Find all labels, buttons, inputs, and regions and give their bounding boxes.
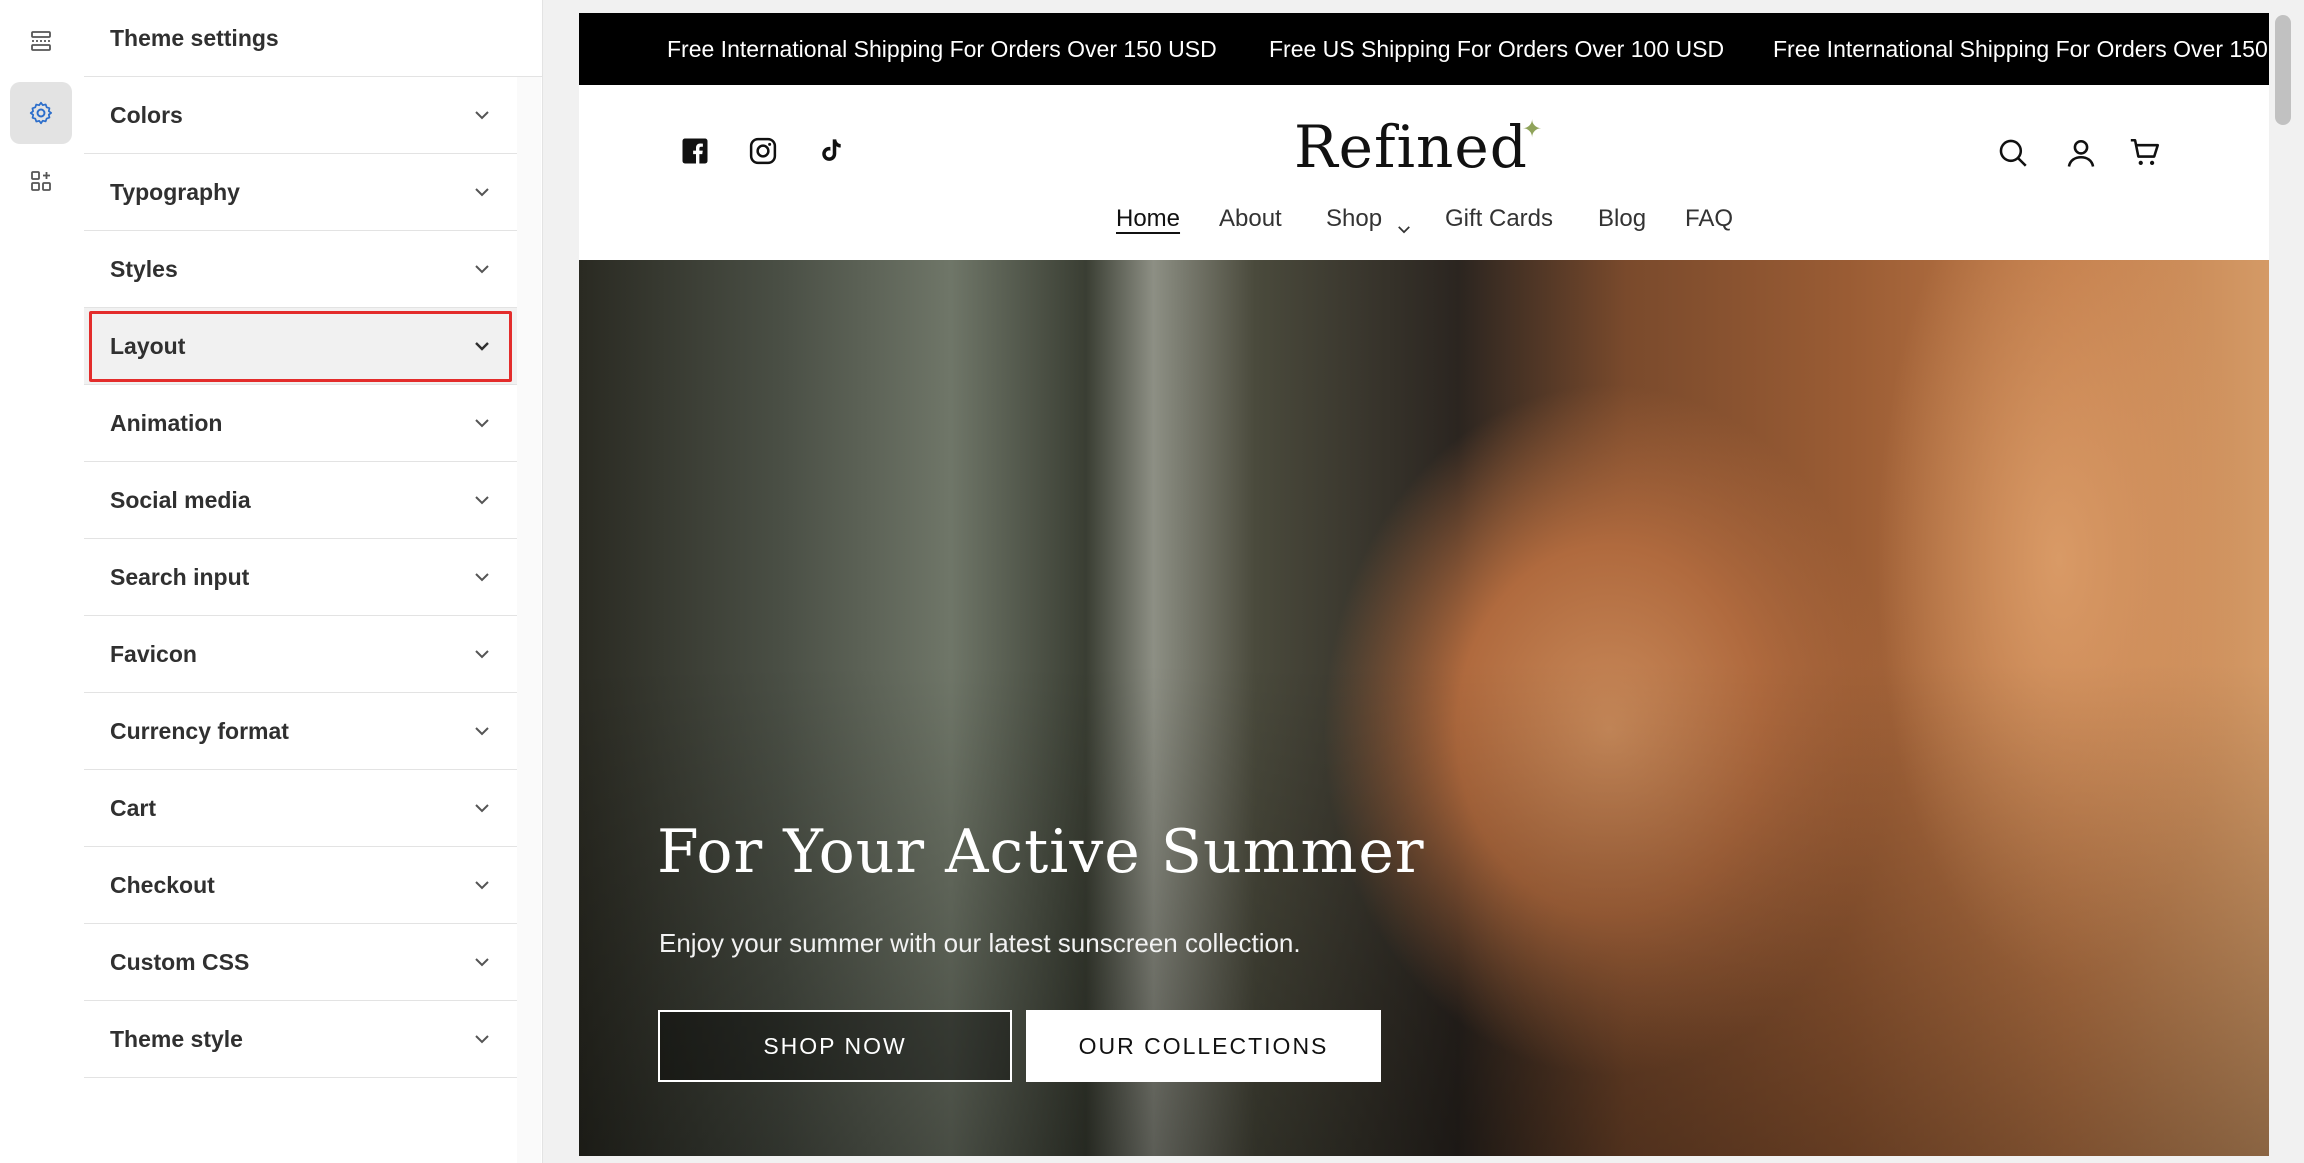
chevron-down-icon bbox=[473, 260, 491, 278]
instagram-link[interactable] bbox=[745, 133, 781, 169]
settings-item-label: Currency format bbox=[110, 717, 289, 744]
settings-item-label: Layout bbox=[110, 332, 186, 359]
settings-item-favicon[interactable]: Favicon bbox=[84, 616, 517, 693]
panel-scrollbar[interactable] bbox=[517, 77, 541, 1163]
nav-home[interactable]: Home bbox=[1116, 205, 1180, 233]
settings-item-animation[interactable]: Animation bbox=[84, 385, 517, 462]
account-icon bbox=[2067, 139, 2095, 167]
instagram-icon bbox=[749, 137, 777, 165]
account-button[interactable] bbox=[2061, 133, 2101, 173]
sections-button[interactable] bbox=[10, 10, 72, 72]
settings-item-currency-format[interactable]: Currency format bbox=[84, 693, 517, 770]
chevron-down-icon bbox=[473, 953, 491, 971]
storefront-preview: Free International Shipping For Orders O… bbox=[579, 13, 2269, 1156]
nav-shop[interactable]: Shop bbox=[1326, 205, 1382, 233]
settings-item-custom-css[interactable]: Custom CSS bbox=[84, 924, 517, 1001]
announcement-text: Free International Shipping For Orders O… bbox=[667, 36, 1217, 62]
facebook-icon bbox=[682, 138, 708, 164]
shop-now-button[interactable]: SHOP NOW bbox=[658, 1010, 1012, 1082]
chevron-down-icon bbox=[473, 568, 491, 586]
chevron-down-icon bbox=[473, 722, 491, 740]
icon-rail bbox=[0, 0, 85, 1163]
panel-title: Theme settings bbox=[84, 0, 542, 77]
settings-list: Colors Typography Styles Layout Animatio… bbox=[84, 77, 518, 1163]
hero-banner: For Your Active Summer Enjoy your summer… bbox=[579, 260, 2269, 1156]
settings-item-label: Colors bbox=[110, 101, 183, 128]
settings-item-label: Custom CSS bbox=[110, 948, 250, 975]
chevron-down-icon bbox=[473, 799, 491, 817]
settings-item-typography[interactable]: Typography bbox=[84, 154, 517, 231]
apps-button[interactable] bbox=[10, 150, 72, 212]
theme-settings-panel: Theme settings Colors Typography Styles … bbox=[84, 0, 543, 1163]
gear-icon bbox=[29, 101, 53, 125]
settings-item-social-media[interactable]: Social media bbox=[84, 462, 517, 539]
settings-item-checkout[interactable]: Checkout bbox=[84, 847, 517, 924]
settings-item-theme-style[interactable]: Theme style bbox=[84, 1001, 517, 1078]
chevron-down-icon bbox=[473, 876, 491, 894]
settings-item-label: Social media bbox=[110, 486, 251, 513]
chevron-down-icon[interactable] bbox=[1397, 213, 1411, 241]
settings-item-label: Theme style bbox=[110, 1025, 243, 1052]
store-header: Refined ✦ Home About Shop Gift Cards Blo… bbox=[579, 85, 2269, 260]
sparkle-icon: ✦ bbox=[1522, 116, 1543, 143]
chevron-down-icon bbox=[473, 1030, 491, 1048]
apps-icon bbox=[31, 171, 51, 191]
settings-item-label: Favicon bbox=[110, 640, 197, 667]
nav-about[interactable]: About bbox=[1219, 205, 1282, 233]
nav-faq[interactable]: FAQ bbox=[1685, 205, 1733, 233]
chevron-down-icon bbox=[473, 491, 491, 509]
announcement-text: Free International Shipping For Orders O… bbox=[1773, 36, 2268, 62]
announcement-bar: Free International Shipping For Orders O… bbox=[579, 13, 2269, 85]
tiktok-link[interactable] bbox=[813, 133, 849, 169]
preview-scrollbar[interactable] bbox=[2272, 13, 2304, 1156]
settings-item-label: Cart bbox=[110, 794, 157, 821]
store-logo[interactable]: Refined bbox=[1294, 113, 1528, 181]
facebook-link[interactable] bbox=[677, 133, 713, 169]
hero-subtitle: Enjoy your summer with our latest sunscr… bbox=[659, 928, 1301, 958]
hero-title: For Your Active Summer bbox=[657, 817, 1425, 887]
search-button[interactable] bbox=[1993, 133, 2033, 173]
announcement-text: Free US Shipping For Orders Over 100 USD bbox=[1269, 36, 1725, 62]
settings-item-cart[interactable]: Cart bbox=[84, 770, 517, 847]
settings-item-label: Styles bbox=[110, 255, 178, 282]
nav-blog[interactable]: Blog bbox=[1598, 205, 1646, 233]
settings-item-label: Search input bbox=[110, 563, 250, 590]
tiktok-icon bbox=[822, 139, 841, 161]
search-icon bbox=[1999, 139, 2027, 167]
settings-item-label: Typography bbox=[110, 178, 240, 205]
chevron-down-icon bbox=[473, 183, 491, 201]
settings-item-label: Checkout bbox=[110, 871, 215, 898]
preview-scrollbar-thumb[interactable] bbox=[2275, 15, 2291, 125]
nav-gift-cards[interactable]: Gift Cards bbox=[1445, 205, 1553, 233]
settings-item-label: Animation bbox=[110, 409, 223, 436]
settings-item-layout[interactable]: Layout bbox=[84, 308, 517, 385]
settings-item-colors[interactable]: Colors bbox=[84, 77, 517, 154]
chevron-down-icon bbox=[473, 645, 491, 663]
cart-button[interactable] bbox=[2125, 133, 2165, 173]
chevron-down-icon bbox=[473, 106, 491, 124]
cart-icon bbox=[2130, 138, 2160, 166]
our-collections-button[interactable]: OUR COLLECTIONS bbox=[1026, 1010, 1381, 1082]
sections-icon bbox=[31, 31, 51, 51]
chevron-down-icon bbox=[473, 337, 491, 355]
settings-item-styles[interactable]: Styles bbox=[84, 231, 517, 308]
chevron-down-icon bbox=[473, 414, 491, 432]
settings-item-search-input[interactable]: Search input bbox=[84, 539, 517, 616]
theme-settings-button[interactable] bbox=[10, 82, 72, 144]
